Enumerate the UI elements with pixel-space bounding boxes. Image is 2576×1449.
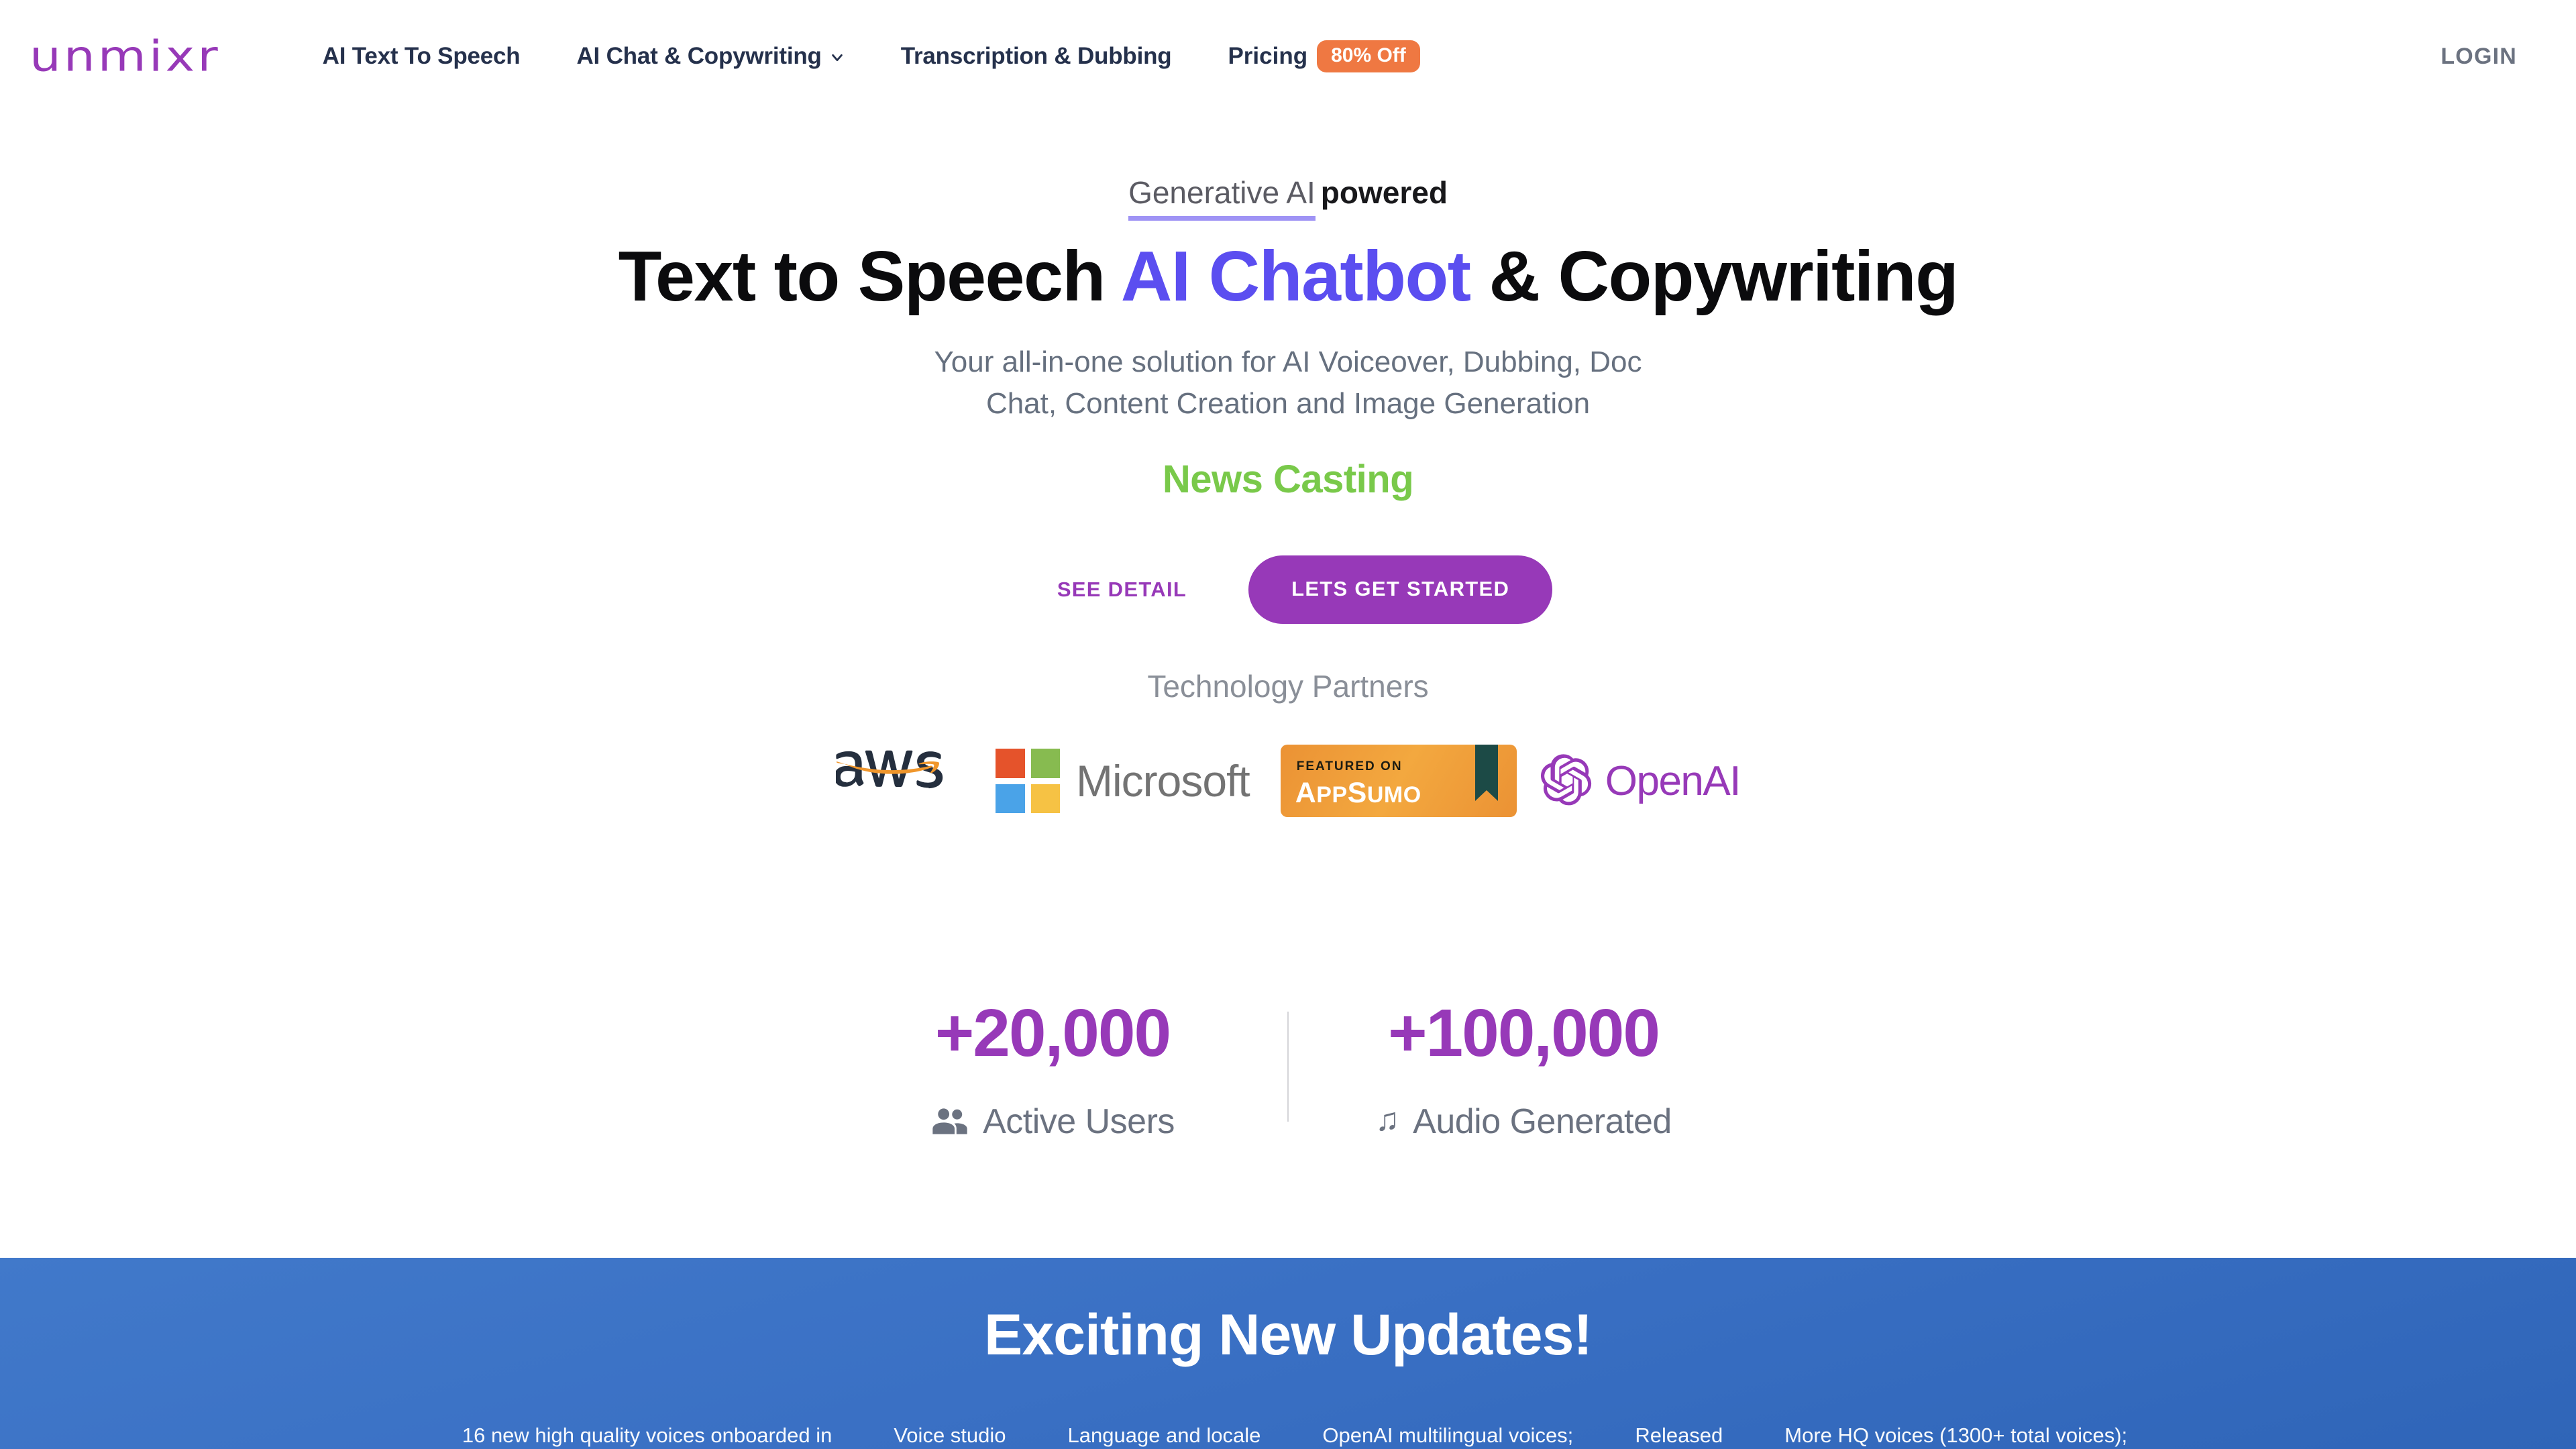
- stat-label-row: ♫ Audio Generated: [1316, 1102, 1731, 1142]
- stat-label: Active Users: [983, 1102, 1175, 1141]
- login-button[interactable]: LOGIN: [2440, 44, 2517, 70]
- partners-title: Technology Partners: [1147, 669, 1429, 704]
- rotating-feature-text: News Casting: [1162, 457, 1414, 501]
- microsoft-square-red: [996, 749, 1025, 778]
- discount-badge: 80% Off: [1317, 40, 1420, 72]
- appsumo-ribbon-icon: [1474, 745, 1498, 801]
- headline-part2: & Copywriting: [1470, 237, 1958, 316]
- brand-logo-text: unmixr: [30, 32, 221, 81]
- ticker-item: Voice studio: [894, 1424, 1006, 1448]
- ticker-item: Released: [1635, 1424, 1723, 1448]
- landing-page: unmixr AI Text To Speech AI Chat & Copyw…: [0, 0, 2576, 1449]
- hero-eyebrow-underlined: Generative AI: [1128, 175, 1316, 221]
- people-icon: [932, 1108, 967, 1134]
- nav-item-label: AI Text To Speech: [322, 43, 521, 69]
- microsoft-squares-icon: [996, 749, 1061, 813]
- appsumo-wordmark: APPSUMO: [1295, 777, 1421, 809]
- nav-item-ai-text-to-speech[interactable]: AI Text To Speech: [294, 43, 549, 70]
- lets-get-started-button[interactable]: LETS GET STARTED: [1248, 555, 1553, 624]
- updates-section: Exciting New Updates! 16 new high qualit…: [0, 1258, 2576, 1449]
- stat-label-row: Active Users: [845, 1102, 1260, 1142]
- headline-part1: Text to Speech: [618, 237, 1121, 316]
- chevron-down-icon: [830, 50, 845, 65]
- pricing-label: Pricing: [1228, 43, 1308, 69]
- partner-logo-row: Microsoft FEATURED ON APPSUMO OpenAI: [0, 745, 2576, 817]
- hero-cta-row: SEE DETAIL LETS GET STARTED: [0, 555, 2576, 624]
- ticker-item: 16 new high quality voices onboarded in: [462, 1424, 833, 1448]
- see-detail-button[interactable]: SEE DETAIL: [1024, 560, 1220, 619]
- microsoft-square-blue: [996, 784, 1025, 813]
- updates-ticker: 16 new high quality voices onboarded in …: [0, 1423, 2576, 1449]
- hero-eyebrow-bold: powered: [1320, 175, 1448, 210]
- nav-links: AI Text To Speech AI Chat & Copywriting …: [294, 40, 1448, 72]
- stat-label: Audio Generated: [1413, 1102, 1672, 1141]
- page-title: Text to Speech AI Chatbot & Copywriting: [0, 237, 2576, 316]
- openai-wordmark: OpenAI: [1605, 757, 1741, 804]
- nav-item-label: Transcription & Dubbing: [900, 43, 1172, 69]
- hero-section: Generative AI powered Text to Speech AI C…: [0, 113, 2576, 624]
- ticker-item: More HQ voices (1300+ total voices);: [1784, 1424, 2128, 1448]
- appsumo-badge: FEATURED ON APPSUMO: [1280, 745, 1517, 817]
- ticker-item: Language and locale: [1067, 1424, 1261, 1448]
- hero-subtitle-line1: Your all-in-one solution for AI Voiceove…: [934, 345, 1642, 378]
- microsoft-wordmark: Microsoft: [1076, 756, 1250, 806]
- nav-item-label: AI Chat & Copywriting: [576, 43, 822, 69]
- updates-title: Exciting New Updates!: [983, 1303, 1593, 1367]
- microsoft-square-yellow: [1030, 784, 1061, 813]
- top-navigation-bar: unmixr AI Text To Speech AI Chat & Copyw…: [0, 0, 2576, 113]
- hero-eyebrow: Generative AI powered: [0, 175, 2576, 221]
- openai-logo: OpenAI: [1540, 753, 1741, 808]
- hero-subtitle-line2: Chat, Content Creation and Image Generat…: [985, 387, 1591, 421]
- nav-item-ai-chat-copywriting[interactable]: AI Chat & Copywriting: [548, 43, 872, 70]
- nav-item-transcription-dubbing[interactable]: Transcription & Dubbing: [873, 43, 1200, 70]
- headline-accent: AI Chatbot: [1120, 237, 1471, 316]
- brand-logo[interactable]: unmixr: [30, 32, 221, 81]
- stat-active-users: +20,000 Active Users: [818, 1000, 1287, 1142]
- nav-right-group: LOGIN: [2440, 44, 2549, 70]
- hero-subtitle: Your all-in-one solution for AI Voiceove…: [0, 341, 2576, 425]
- stat-audio-generated: +100,000 ♫ Audio Generated: [1289, 1000, 1758, 1142]
- music-note-icon: ♫: [1375, 1102, 1400, 1138]
- appsumo-featured-label: FEATURED ON: [1296, 759, 1403, 773]
- ticker-item: OpenAI multilingual voices;: [1322, 1424, 1574, 1448]
- openai-mark-icon: [1540, 754, 1591, 806]
- stat-value: +100,000: [1388, 996, 1660, 1071]
- aws-logo: [836, 745, 958, 816]
- microsoft-square-green: [1030, 749, 1061, 778]
- stat-value: +20,000: [934, 996, 1171, 1071]
- microsoft-logo: Microsoft: [996, 749, 1250, 813]
- stats-section: +20,000 Active Users +100,000 ♫ Audio Ge…: [0, 1000, 2576, 1142]
- nav-item-pricing[interactable]: Pricing 80% Off: [1199, 40, 1448, 72]
- technology-partners-section: Technology Partners Microsoft FEATURED O…: [0, 671, 2576, 817]
